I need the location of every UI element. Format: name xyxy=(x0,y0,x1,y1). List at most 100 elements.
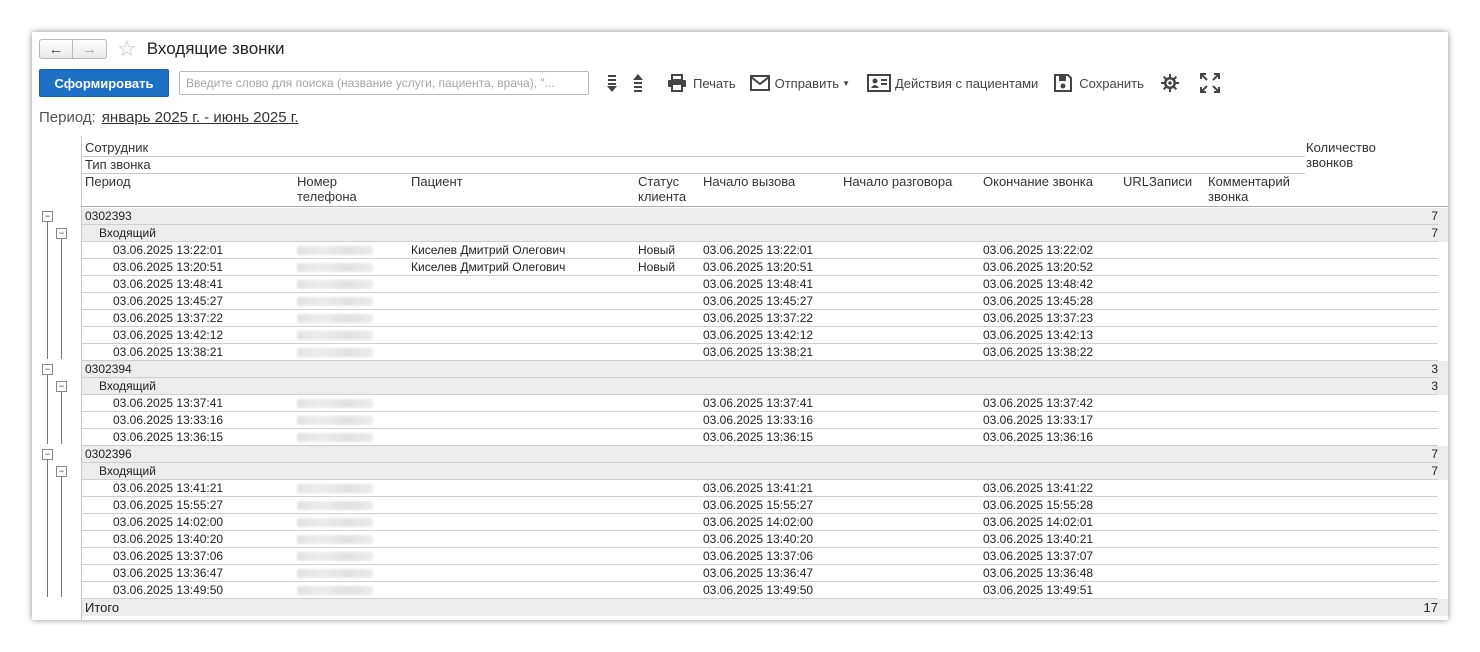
fullscreen-button[interactable] xyxy=(1199,73,1220,93)
report-window: ← → ☆ Входящие звонки Сформировать Введи… xyxy=(32,32,1448,620)
tree-line xyxy=(47,460,48,597)
favorite-star-icon[interactable]: ☆ xyxy=(117,38,137,60)
table-row[interactable]: 03.06.2025 13:41:21 03.06.2025 13:41:21 03… xyxy=(82,480,1448,497)
collapse-toggle-icon[interactable]: − xyxy=(56,228,67,239)
table-row[interactable]: 03.06.2025 14:02:00 03.06.2025 14:02:00 03… xyxy=(82,514,1448,531)
collapse-toggle-icon[interactable]: − xyxy=(56,466,67,477)
table-row[interactable]: 03.06.2025 13:42:12 03.06.2025 13:42:12 03… xyxy=(82,327,1448,344)
call-start-cell: 03.06.2025 13:20:51 xyxy=(703,260,814,274)
table-row[interactable]: 03.06.2025 13:37:22 03.06.2025 13:37:22 03… xyxy=(82,310,1448,327)
envelope-icon xyxy=(749,75,770,91)
send-label: Отправить xyxy=(774,75,840,91)
send-button[interactable]: Отправить ▼ xyxy=(749,75,850,91)
collapse-all-icon xyxy=(633,74,643,92)
tree-line xyxy=(61,477,62,597)
phone-cell xyxy=(297,430,373,445)
title-bar: ← → ☆ Входящие звонки xyxy=(39,38,284,60)
tree-line xyxy=(61,392,62,444)
print-button[interactable]: Печать xyxy=(667,74,736,92)
period-cell: 03.06.2025 13:45:27 xyxy=(113,294,224,308)
phone-cell xyxy=(297,260,373,275)
phone-cell xyxy=(297,532,373,547)
call-start-cell: 03.06.2025 13:22:01 xyxy=(703,243,814,257)
save-button[interactable]: Сохранить xyxy=(1054,74,1144,92)
call-end-cell: 03.06.2025 13:48:42 xyxy=(983,277,1094,291)
group-row[interactable]: 0302393 7 xyxy=(82,208,1448,225)
table-row[interactable]: 03.06.2025 13:38:21 03.06.2025 13:38:21 03… xyxy=(82,344,1448,361)
blurred-phone xyxy=(297,280,373,289)
blurred-phone xyxy=(297,348,373,357)
gear-icon xyxy=(1160,74,1179,92)
total-value: 17 xyxy=(1423,600,1438,615)
blurred-phone xyxy=(297,399,373,408)
header-call-type: Тип звонка xyxy=(85,157,151,172)
group-row[interactable]: 0302394 3 xyxy=(82,361,1448,378)
table-row[interactable]: 03.06.2025 15:55:27 03.06.2025 15:55:27 03… xyxy=(82,497,1448,514)
blurred-phone xyxy=(297,535,373,544)
period-cell: 03.06.2025 13:42:12 xyxy=(113,328,224,342)
call-start-cell: 03.06.2025 13:41:21 xyxy=(703,481,814,495)
generate-button[interactable]: Сформировать xyxy=(39,69,169,97)
save-label: Сохранить xyxy=(1079,75,1144,91)
blurred-phone xyxy=(297,552,373,561)
blurred-phone xyxy=(297,518,373,527)
forward-button[interactable]: → xyxy=(73,39,107,59)
call-start-cell: 03.06.2025 15:55:27 xyxy=(703,498,814,512)
header-patient: Пациент xyxy=(411,174,463,189)
header-phone: Номер телефона xyxy=(297,174,357,204)
table-row[interactable]: 03.06.2025 13:48:41 03.06.2025 13:48:41 03… xyxy=(82,276,1448,293)
blurred-phone xyxy=(297,297,373,306)
table-row[interactable]: 03.06.2025 13:49:50 03.06.2025 13:49:50 03… xyxy=(82,582,1448,599)
type-row[interactable]: Входящий 3 xyxy=(82,378,1448,395)
period-link[interactable]: январь 2025 г. - июнь 2025 г. xyxy=(102,109,299,126)
period-cell: 03.06.2025 13:33:16 xyxy=(113,413,224,427)
table-row[interactable]: 03.06.2025 13:37:41 03.06.2025 13:37:41 03… xyxy=(82,395,1448,412)
call-start-cell: 03.06.2025 13:37:41 xyxy=(703,396,814,410)
table-row[interactable]: 03.06.2025 13:20:51 Киселев Дмитрий Олего… xyxy=(82,259,1448,276)
table-row[interactable]: 03.06.2025 13:22:01 Киселев Дмитрий Олего… xyxy=(82,242,1448,259)
tree-line xyxy=(47,222,48,359)
table-row[interactable]: 03.06.2025 13:45:27 03.06.2025 13:45:27 03… xyxy=(82,293,1448,310)
table-row[interactable]: 03.06.2025 13:36:47 03.06.2025 13:36:47 03… xyxy=(82,565,1448,582)
collapse-all-button[interactable] xyxy=(631,73,645,93)
call-start-cell: 03.06.2025 13:49:50 xyxy=(703,583,814,597)
dropdown-arrow-icon: ▼ xyxy=(842,78,850,88)
table-row[interactable]: 03.06.2025 13:40:20 03.06.2025 13:40:20 03… xyxy=(82,531,1448,548)
period-cell: 03.06.2025 13:38:21 xyxy=(113,345,224,359)
blurred-phone xyxy=(297,246,373,255)
total-label: Итого xyxy=(85,600,120,615)
type-count: 7 xyxy=(1431,464,1438,478)
phone-cell xyxy=(297,515,373,530)
type-row[interactable]: Входящий 7 xyxy=(82,225,1448,242)
collapse-toggle-icon[interactable]: − xyxy=(56,381,67,392)
table-row[interactable]: 03.06.2025 13:33:16 03.06.2025 13:33:16 03… xyxy=(82,412,1448,429)
collapse-toggle-icon[interactable]: − xyxy=(42,364,53,375)
phone-cell xyxy=(297,549,373,564)
type-count: 3 xyxy=(1431,379,1438,393)
table-row[interactable]: 03.06.2025 13:36:15 03.06.2025 13:36:15 03… xyxy=(82,429,1448,446)
call-end-cell: 03.06.2025 13:20:52 xyxy=(983,260,1094,274)
call-end-cell: 03.06.2025 13:49:51 xyxy=(983,583,1094,597)
type-row[interactable]: Входящий 7 xyxy=(82,463,1448,480)
group-count: 3 xyxy=(1431,362,1438,376)
blurred-phone xyxy=(297,433,373,442)
printer-icon xyxy=(668,74,686,92)
phone-cell xyxy=(297,413,373,428)
period-cell: 03.06.2025 13:22:01 xyxy=(113,243,224,257)
collapse-toggle-icon[interactable]: − xyxy=(42,211,53,222)
expand-all-button[interactable] xyxy=(605,73,619,93)
header-comment: Комментарий звонка xyxy=(1208,174,1290,204)
call-end-cell: 03.06.2025 13:41:22 xyxy=(983,481,1094,495)
patient-actions-button[interactable]: Действия с пациентами xyxy=(866,74,1038,92)
call-end-cell: 03.06.2025 14:02:01 xyxy=(983,515,1094,529)
type-count: 7 xyxy=(1431,226,1438,240)
settings-button[interactable] xyxy=(1160,73,1180,93)
search-input[interactable]: Введите слово для поиска (название услуг… xyxy=(179,71,589,95)
collapse-toggle-icon[interactable]: − xyxy=(42,449,53,460)
group-count: 7 xyxy=(1431,209,1438,223)
group-row[interactable]: 0302396 7 xyxy=(82,446,1448,463)
period-cell: 03.06.2025 13:36:47 xyxy=(113,566,224,580)
back-button[interactable]: ← xyxy=(39,39,73,59)
period-label: Период: xyxy=(39,109,96,126)
table-row[interactable]: 03.06.2025 13:37:06 03.06.2025 13:37:06 03… xyxy=(82,548,1448,565)
